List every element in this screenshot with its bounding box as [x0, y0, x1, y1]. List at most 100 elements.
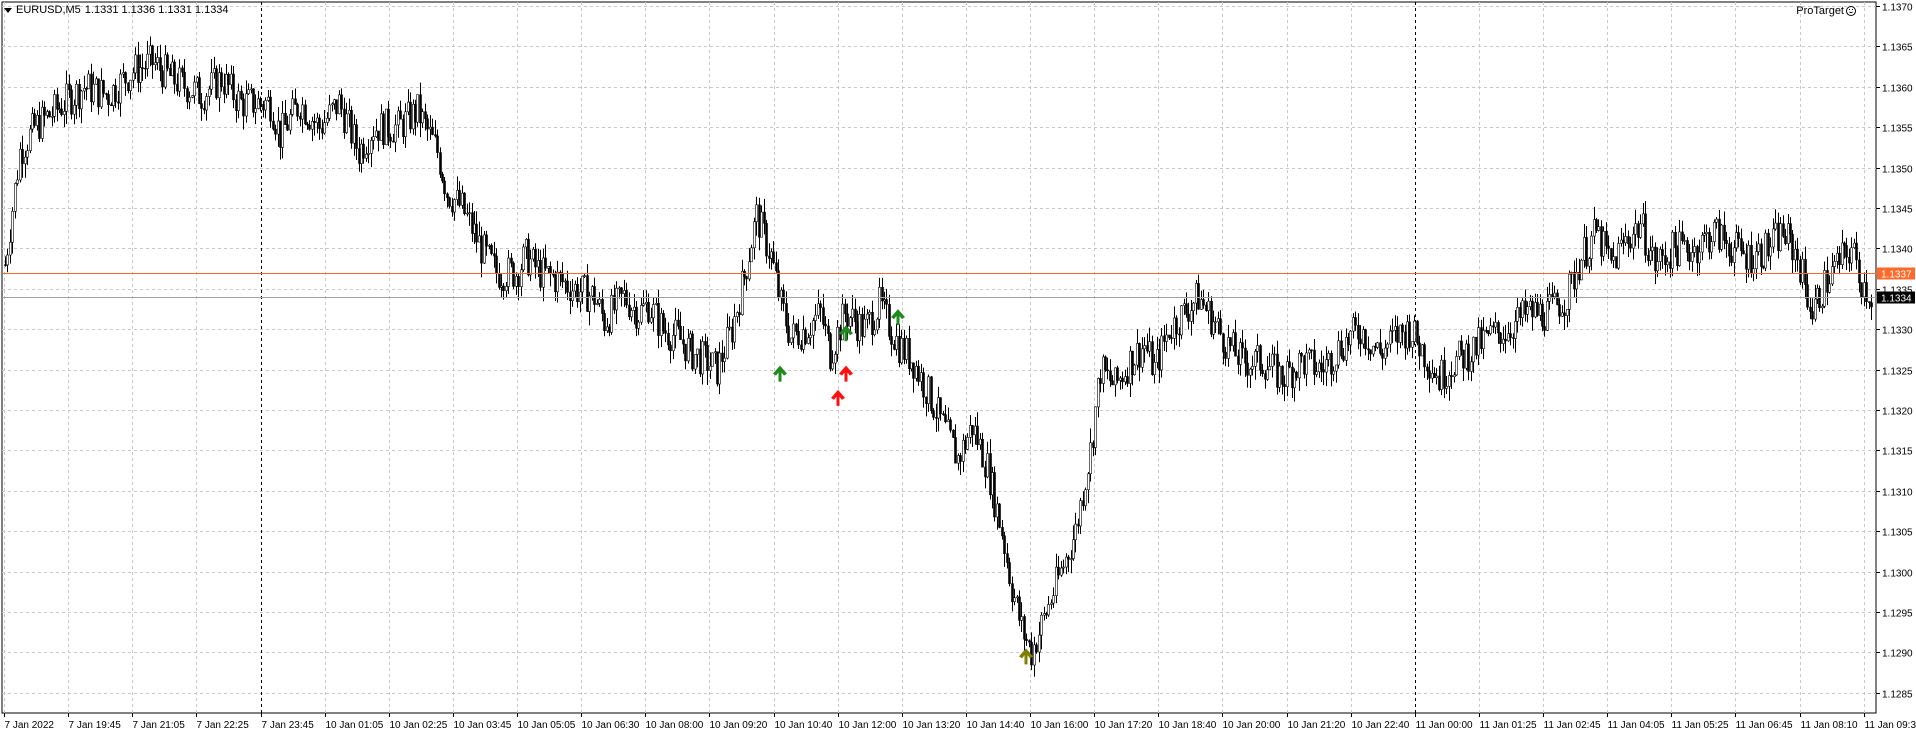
candle-body	[355, 124, 358, 149]
candle-body	[97, 78, 100, 108]
candle-body	[1610, 248, 1613, 261]
candle-body	[60, 108, 63, 115]
candle-body	[1624, 236, 1627, 244]
price-chart[interactable]: 1.1370 1.1365 1.1360 1.1355 1.1350 1.1345 1.13…	[0, 0, 1916, 735]
candle-body	[1050, 602, 1053, 605]
candle-body	[1480, 327, 1483, 349]
candle-body	[667, 332, 670, 346]
x-tick-label: 10 Jan 02:25	[390, 720, 448, 731]
candle-body	[245, 93, 248, 117]
candle-body	[684, 343, 687, 362]
x-tick-label: 10 Jan 22:40	[1352, 720, 1410, 731]
candle-body	[1062, 566, 1065, 569]
candle-body	[53, 94, 56, 117]
candle-body	[446, 193, 449, 198]
candle-body	[1406, 321, 1409, 349]
candle-body	[1210, 300, 1213, 335]
candle-body	[912, 362, 915, 379]
candle-body	[1362, 329, 1365, 345]
candle-body	[141, 67, 144, 69]
candle-body	[854, 308, 857, 323]
candle-body	[1381, 353, 1384, 359]
candle-body	[1065, 556, 1068, 568]
candle-body	[1588, 258, 1591, 267]
candle-body	[1634, 223, 1637, 235]
candle-body	[750, 247, 753, 263]
candle-body	[1438, 375, 1441, 390]
candle-body	[610, 295, 613, 333]
x-tick-label: 10 Jan 16:00	[1031, 720, 1089, 731]
candle-body	[105, 93, 108, 95]
candle-body	[458, 189, 461, 206]
y-tick-label: 1.1365	[1882, 43, 1913, 54]
candle-body	[777, 270, 780, 298]
candle-body	[1799, 259, 1802, 283]
candle-body	[1843, 242, 1846, 246]
candle-body	[1475, 336, 1478, 356]
candle-body	[1828, 283, 1831, 293]
candle-body	[1295, 371, 1298, 379]
candle-body	[1305, 352, 1308, 375]
candle-body	[198, 77, 201, 104]
chart-menu-icon[interactable]	[4, 7, 12, 13]
candle-body	[215, 68, 218, 99]
candle-body	[1590, 235, 1593, 259]
candle-body	[672, 335, 675, 352]
candle-body	[362, 143, 365, 159]
candle-body	[709, 365, 712, 371]
candle-body	[760, 211, 763, 238]
candle-body	[1077, 523, 1080, 527]
candle-body	[1593, 219, 1596, 237]
candle-body	[1462, 349, 1465, 369]
candle-body	[304, 104, 307, 125]
candle-body	[1649, 250, 1652, 261]
candle-body	[1433, 373, 1436, 378]
candle-body	[1757, 243, 1760, 253]
candle-body	[1040, 614, 1043, 636]
y-tick-label: 1.1330	[1882, 326, 1913, 337]
candle-body	[1627, 236, 1630, 245]
candle-body	[1666, 261, 1669, 266]
candle-body	[1661, 249, 1664, 256]
candle-body	[677, 319, 680, 327]
candle-body	[269, 96, 272, 122]
candle-body	[85, 88, 88, 90]
candle-body	[748, 261, 751, 280]
candle-body	[1536, 302, 1539, 316]
x-tick-label: 10 Jan 20:00	[1223, 720, 1281, 731]
candle-body	[227, 73, 230, 86]
candle-body	[223, 86, 226, 95]
candle-body	[1133, 364, 1136, 376]
candle-body	[9, 241, 12, 256]
candle-body	[26, 150, 29, 158]
candle-body	[1106, 369, 1109, 372]
candle-body	[1651, 246, 1654, 252]
candle-body	[1644, 213, 1647, 256]
candle-body	[1119, 377, 1122, 381]
candle-body	[1448, 375, 1451, 387]
y-tick-label: 1.1300	[1882, 569, 1913, 580]
candle-body	[1286, 361, 1289, 387]
x-tick-label: 11 Jan 05:25	[1672, 720, 1730, 731]
candle-body	[566, 280, 569, 293]
candle-body	[1423, 344, 1426, 368]
candle-body	[1114, 367, 1117, 386]
candle-body	[1138, 343, 1141, 368]
candle-body	[1345, 337, 1348, 361]
candle-body	[171, 61, 174, 77]
candle-body	[630, 310, 633, 318]
candle-body	[1178, 333, 1181, 336]
candle-body	[1089, 442, 1092, 475]
candle-body	[510, 257, 513, 264]
candle-body	[1543, 326, 1546, 331]
candle-body	[1052, 595, 1055, 604]
candle-body	[1291, 366, 1294, 389]
candle-body	[196, 77, 199, 83]
candle-body	[949, 419, 952, 431]
x-tick-label: 7 Jan 22:25	[197, 720, 250, 731]
candle-body	[1497, 322, 1500, 334]
candle-body	[1556, 292, 1559, 305]
indicator-label[interactable]: ProTarget	[1796, 5, 1856, 17]
candle-body	[1659, 249, 1662, 262]
candle-body	[657, 303, 660, 336]
